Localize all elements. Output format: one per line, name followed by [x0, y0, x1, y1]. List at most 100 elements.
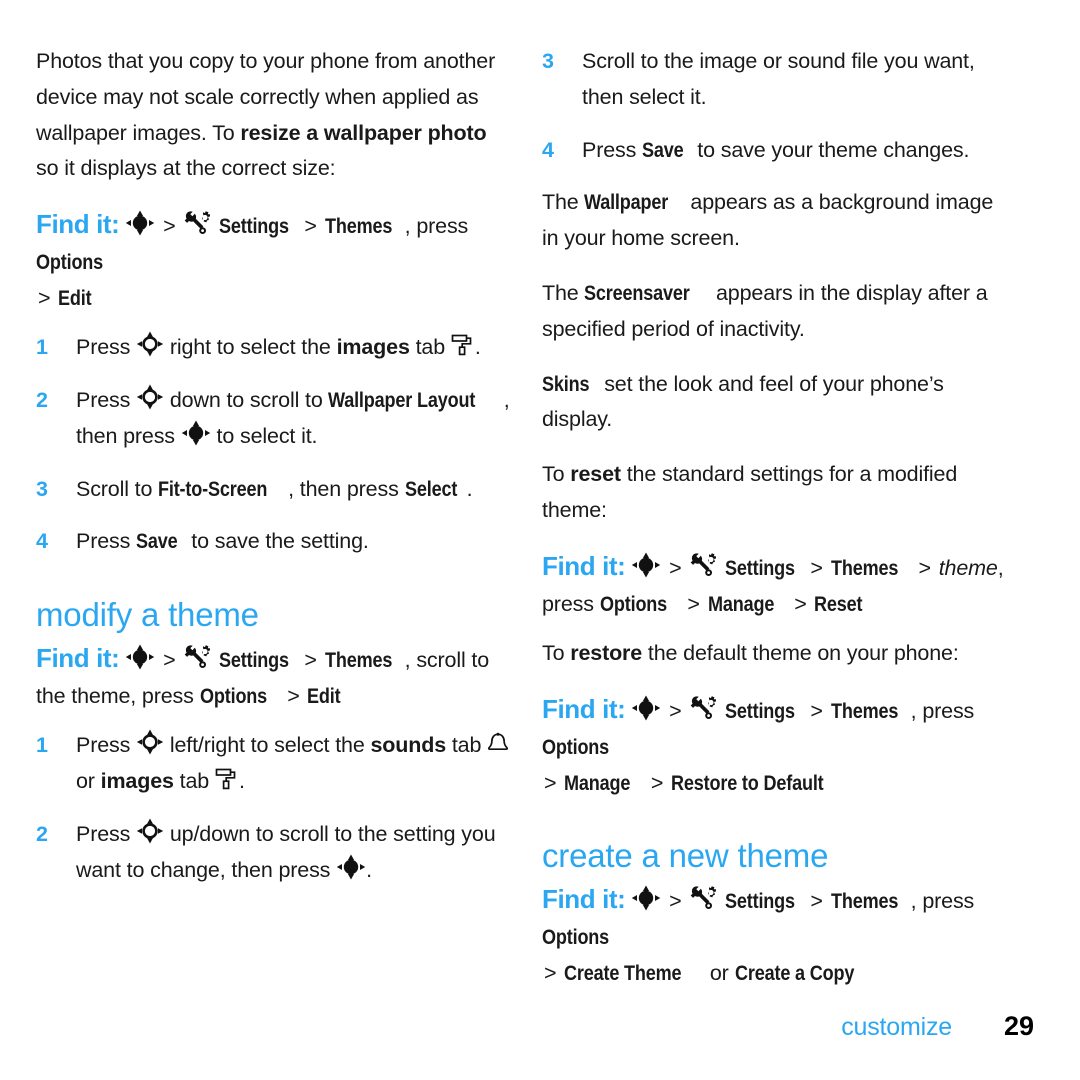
right-column: 3 Scroll to the image or sound file you …	[542, 44, 1012, 1005]
press-text: , press	[910, 698, 975, 723]
reset-bold-label: reset	[570, 462, 621, 487]
breadcrumb-separator: >	[304, 214, 317, 239]
manage-menu-label: Manage	[707, 591, 774, 616]
list-item: 3 Scroll to Fit-to-Screen , then press Se…	[36, 472, 514, 508]
step-number: 4	[36, 529, 48, 554]
step-end-text: .	[474, 335, 481, 360]
step-bold-wallpaper-layout: Wallpaper Layout	[328, 387, 476, 412]
reset-pre-text: To	[542, 462, 571, 487]
bell-icon	[487, 732, 509, 755]
two-column-layout: Photos that you copy to your phone from …	[36, 44, 1044, 1005]
step-number: 2	[36, 387, 48, 412]
list-item: 4 Press Save to save the setting.	[36, 524, 514, 560]
step-pre-text: Scroll to	[76, 476, 159, 501]
step-pre-text: Press	[76, 529, 137, 554]
edit-menu-label: Edit	[307, 684, 341, 709]
footer-page-number: 29	[1003, 1011, 1034, 1041]
navigation-key-direction-icon	[136, 729, 164, 755]
navigation-key-direction-icon	[136, 384, 164, 410]
step-text: Press Save to save your theme changes.	[582, 133, 1012, 169]
step-mid-text: down to scroll to	[164, 387, 329, 412]
settings-menu-label: Settings	[725, 698, 796, 723]
guide-page: Photos that you copy to your phone from …	[0, 0, 1080, 1080]
page-title-modify-theme: modify a theme	[36, 596, 259, 634]
skins-post-text: set the look and feel of your phone’s di…	[542, 371, 944, 432]
step-post-text: tab	[409, 335, 451, 360]
step-end-text: .	[238, 768, 245, 793]
breadcrumb-separator: >	[163, 648, 176, 673]
step-post-text-2: tab	[173, 768, 215, 793]
find-it-reset: Find it: > Settings > Themes > theme, pres…	[542, 548, 1012, 622]
themes-menu-label: Themes	[830, 555, 898, 580]
step-number: 2	[36, 821, 48, 846]
step-text: Press left/right to select the sounds ta…	[76, 728, 514, 800]
restore-post-text: the default theme on your phone:	[642, 640, 959, 665]
navigation-key-direction-icon	[136, 331, 164, 357]
manage-menu-label: Manage	[564, 770, 631, 795]
screensaver-bold-label: Screensaver	[584, 280, 691, 305]
intro-text-part2: so it displays at the correct size:	[36, 156, 336, 181]
step-text: Press down to scroll to Wallpaper Layout…	[76, 383, 514, 455]
breadcrumb-separator: >	[810, 888, 823, 913]
breadcrumb-separator: >	[163, 214, 176, 239]
themes-menu-label: Themes	[830, 698, 898, 723]
breadcrumb-separator: >	[650, 770, 664, 795]
step-or-text: or	[76, 768, 101, 793]
breadcrumb-separator: >	[544, 960, 557, 985]
step-mid-text: right to select the	[164, 335, 337, 360]
restore-bold-label: restore	[570, 640, 643, 665]
step-end-text: to select it.	[210, 423, 318, 448]
step-bold-images: images	[100, 768, 174, 793]
breadcrumb-separator: >	[669, 888, 682, 913]
step-text: Scroll to Fit-to-Screen , then press Sele…	[76, 472, 514, 508]
step-number: 3	[36, 476, 48, 501]
footer-section-label: customize	[841, 1013, 952, 1041]
navigation-key-select-icon	[631, 552, 661, 578]
step-pre-text: Press	[76, 335, 137, 360]
themes-menu-label: Themes	[324, 648, 392, 673]
settings-menu-label: Settings	[219, 214, 290, 239]
find-it-modify: Find it: > Settings > Themes, scroll to t…	[36, 640, 514, 714]
edit-menu-label: Edit	[58, 286, 92, 311]
press-text: , press	[404, 214, 469, 239]
steps-continued-list: 3 Scroll to the image or sound file you …	[542, 44, 1012, 168]
breadcrumb-separator: >	[669, 698, 682, 723]
settings-menu-label: Settings	[219, 648, 290, 673]
list-item: 4 Press Save to save your theme changes.	[542, 133, 1012, 169]
step-pre-text: Press	[76, 733, 137, 758]
settings-wrench-gear-icon	[689, 694, 719, 721]
theme-placeholder-italic: theme	[938, 555, 998, 580]
themes-menu-label: Themes	[324, 214, 392, 239]
step-text: Press right to select the images tab .	[76, 330, 514, 366]
navigation-key-select-icon	[336, 854, 366, 880]
step-number: 3	[542, 49, 554, 73]
step-text: Press up/down to scroll to the setting y…	[76, 817, 514, 889]
intro-bold-resize: resize a wallpaper photo	[240, 120, 487, 145]
press-text: , press	[910, 888, 975, 913]
skins-paragraph: Skins set the look and feel of your phon…	[542, 367, 1012, 439]
paint-roller-icon	[451, 333, 475, 357]
breadcrumb-separator: >	[304, 648, 317, 673]
step-bold-images: images	[336, 335, 410, 360]
step-post-text: tab	[446, 733, 488, 758]
create-a-copy-menu-label: Create a Copy	[734, 960, 854, 985]
step-bold-select: Select	[404, 476, 457, 501]
navigation-key-select-icon	[125, 644, 155, 670]
restore-pre-text: To	[542, 640, 571, 665]
list-item: 1 Press right to select the images tab .	[36, 330, 514, 366]
list-item: 2 Press down to scroll to Wallpaper Layo…	[36, 383, 514, 455]
create-theme-menu-label: Create Theme	[564, 960, 682, 985]
reset-menu-label: Reset	[814, 591, 863, 616]
breadcrumb-separator: >	[687, 591, 700, 616]
intro-paragraph: Photos that you copy to your phone from …	[36, 44, 514, 187]
steps-modify-list: 1 Press left/right to select the sounds …	[36, 728, 514, 888]
page-title-create-theme: create a new theme	[542, 836, 829, 874]
breadcrumb-separator: >	[287, 684, 300, 709]
find-it-label: Find it:	[542, 550, 626, 581]
navigation-key-select-icon	[125, 210, 155, 236]
options-menu-label: Options	[542, 924, 610, 949]
navigation-key-select-icon	[631, 885, 661, 911]
list-item: 2 Press up/down to scroll to the setting…	[36, 817, 514, 889]
options-menu-label: Options	[36, 250, 104, 275]
skins-bold-label: Skins	[542, 371, 590, 396]
